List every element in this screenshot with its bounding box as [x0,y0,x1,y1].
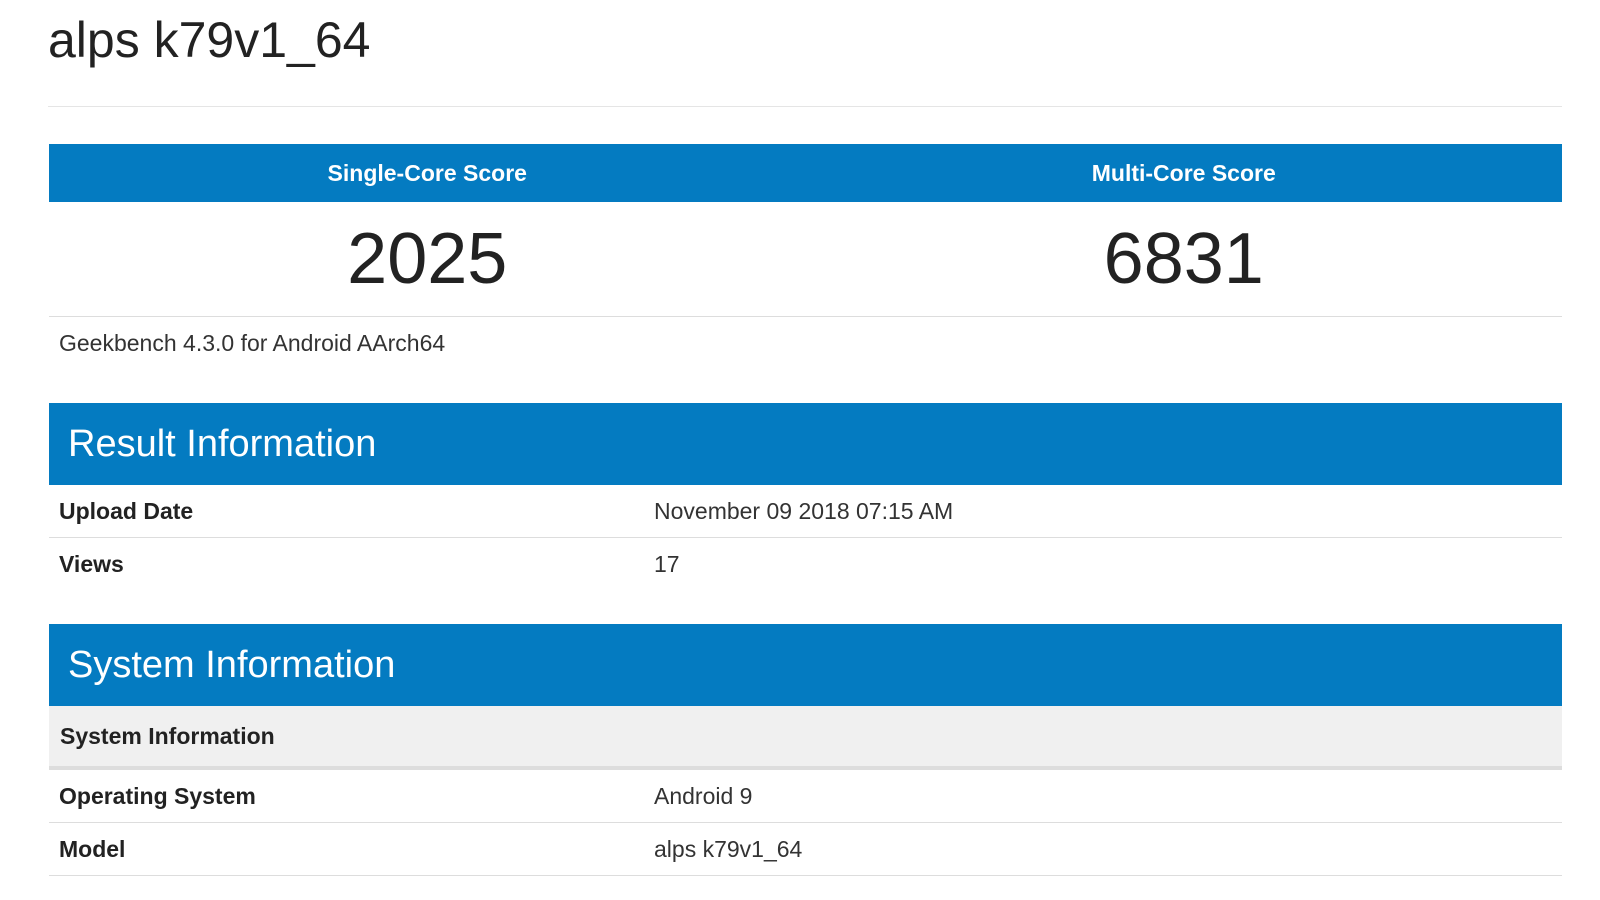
operating-system-label: Operating System [59,782,256,809]
multi-core-score-value: 6831 [1103,219,1264,299]
single-core-score-value: 2025 [347,219,508,299]
operating-system-value: Android 9 [654,782,753,809]
benchmark-version-caption: Geekbench 4.3.0 for Android AArch64 [59,330,446,356]
score-values-row: 2025 6831 [49,202,1562,317]
upload-date-label: Upload Date [59,497,194,524]
table-row: Operating System Android 9 [49,770,1562,823]
score-table-header: Single-Core Score Multi-Core Score [49,144,1562,202]
upload-date-value: November 09 2018 07:15 AM [654,497,954,524]
views-value: 17 [654,550,680,577]
system-information-subheader: System Information [49,706,1562,770]
result-information-section: Result Information Upload Date November … [49,403,1562,590]
model-value: alps k79v1_64 [654,835,803,862]
benchmark-result-page: alps k79v1_64 Single-Core Score Multi-Co… [0,0,1600,900]
table-row: Views 17 [49,538,1562,590]
table-row: Upload Date November 09 2018 07:15 AM [49,485,1562,538]
multi-core-score-label: Multi-Core Score [1091,159,1276,186]
single-core-score-label: Single-Core Score [327,159,527,186]
views-label: Views [59,550,124,577]
model-label: Model [59,835,126,862]
score-table: Single-Core Score Multi-Core Score 2025 … [49,144,1562,369]
title-divider [48,106,1562,107]
system-information-section: System Information System Information Op… [49,624,1562,876]
result-information-header: Result Information [49,403,1562,485]
table-row: Model alps k79v1_64 [49,823,1562,876]
page-title: alps k79v1_64 [48,12,371,68]
system-information-header: System Information [49,624,1562,706]
